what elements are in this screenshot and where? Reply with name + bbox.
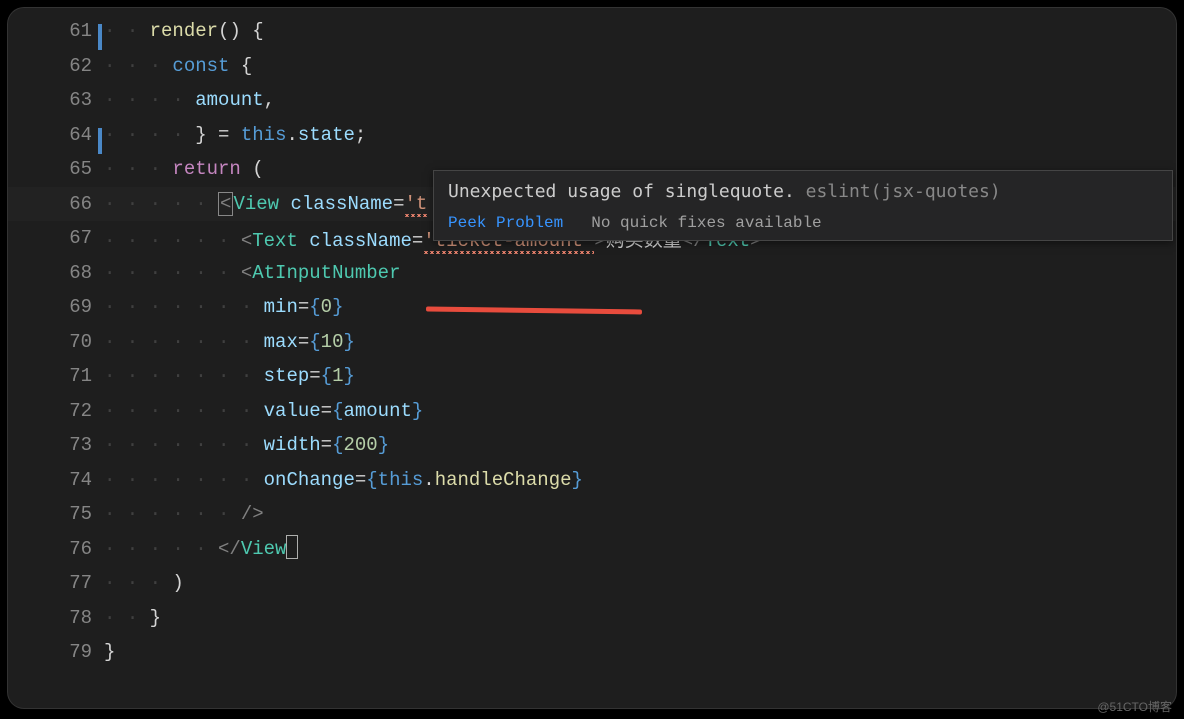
line-number: 67 [8,227,104,249]
line-number: 72 [8,400,104,422]
line-number: 69 [8,296,104,318]
code-area[interactable]: 61 · · render() { 62 · · · const { 63 · … [8,8,1176,670]
code-line[interactable]: 70 · · · · · · · max={10} [8,325,1176,360]
code-editor: 61 · · render() { 62 · · · const { 63 · … [8,8,1176,708]
modified-marker-icon [98,128,102,154]
line-number: 62 [8,55,104,77]
line-number: 76 [8,538,104,560]
line-number: 66 [8,193,104,215]
line-number: 77 [8,572,104,594]
code-line[interactable]: 74 · · · · · · · onChange={this.handleCh… [8,463,1176,498]
code-line[interactable]: 77 · · · ) [8,566,1176,601]
code-line[interactable]: 76 · · · · · </View [8,532,1176,567]
line-number: 79 [8,641,104,663]
line-number: 75 [8,503,104,525]
line-number: 64 [8,124,104,146]
code-line[interactable]: 62 · · · const { [8,49,1176,84]
no-quick-fix-label: No quick fixes available [591,214,821,232]
code-line[interactable]: 72 · · · · · · · value={amount} [8,394,1176,429]
line-number: 74 [8,469,104,491]
modified-marker-icon [98,24,102,50]
line-number: 73 [8,434,104,456]
code-line[interactable]: 61 · · render() { [8,14,1176,49]
code-line[interactable]: 63 · · · · amount, [8,83,1176,118]
peek-problem-link[interactable]: Peek Problem [448,214,563,232]
code-line[interactable]: 79 } [8,635,1176,670]
watermark-label: @51CTO博客 [1097,698,1172,715]
cursor-icon [286,535,298,559]
code-line[interactable]: 78 · · } [8,601,1176,636]
code-line[interactable]: 71 · · · · · · · step={1} [8,359,1176,394]
line-number: 70 [8,331,104,353]
line-number: 63 [8,89,104,111]
code-line[interactable]: 64 · · · · } = this.state; [8,118,1176,153]
problem-hover-tooltip: Unexpected usage of singlequote. eslint(… [433,170,1173,241]
line-number: 65 [8,158,104,180]
code-line[interactable]: 69 · · · · · · · min={0} [8,290,1176,325]
code-line[interactable]: 73 · · · · · · · width={200} [8,428,1176,463]
error-squiggle: 't [404,193,427,217]
tooltip-message: Unexpected usage of singlequote. eslint(… [434,171,1172,210]
code-line[interactable]: 68 · · · · · · <AtInputNumber [8,256,1176,291]
eslint-rule-label: eslint(jsx-quotes) [806,181,1001,202]
line-number: 78 [8,607,104,629]
line-number: 71 [8,365,104,387]
line-number: 61 [8,20,104,42]
code-line[interactable]: 75 · · · · · · /> [8,497,1176,532]
line-number: 68 [8,262,104,284]
